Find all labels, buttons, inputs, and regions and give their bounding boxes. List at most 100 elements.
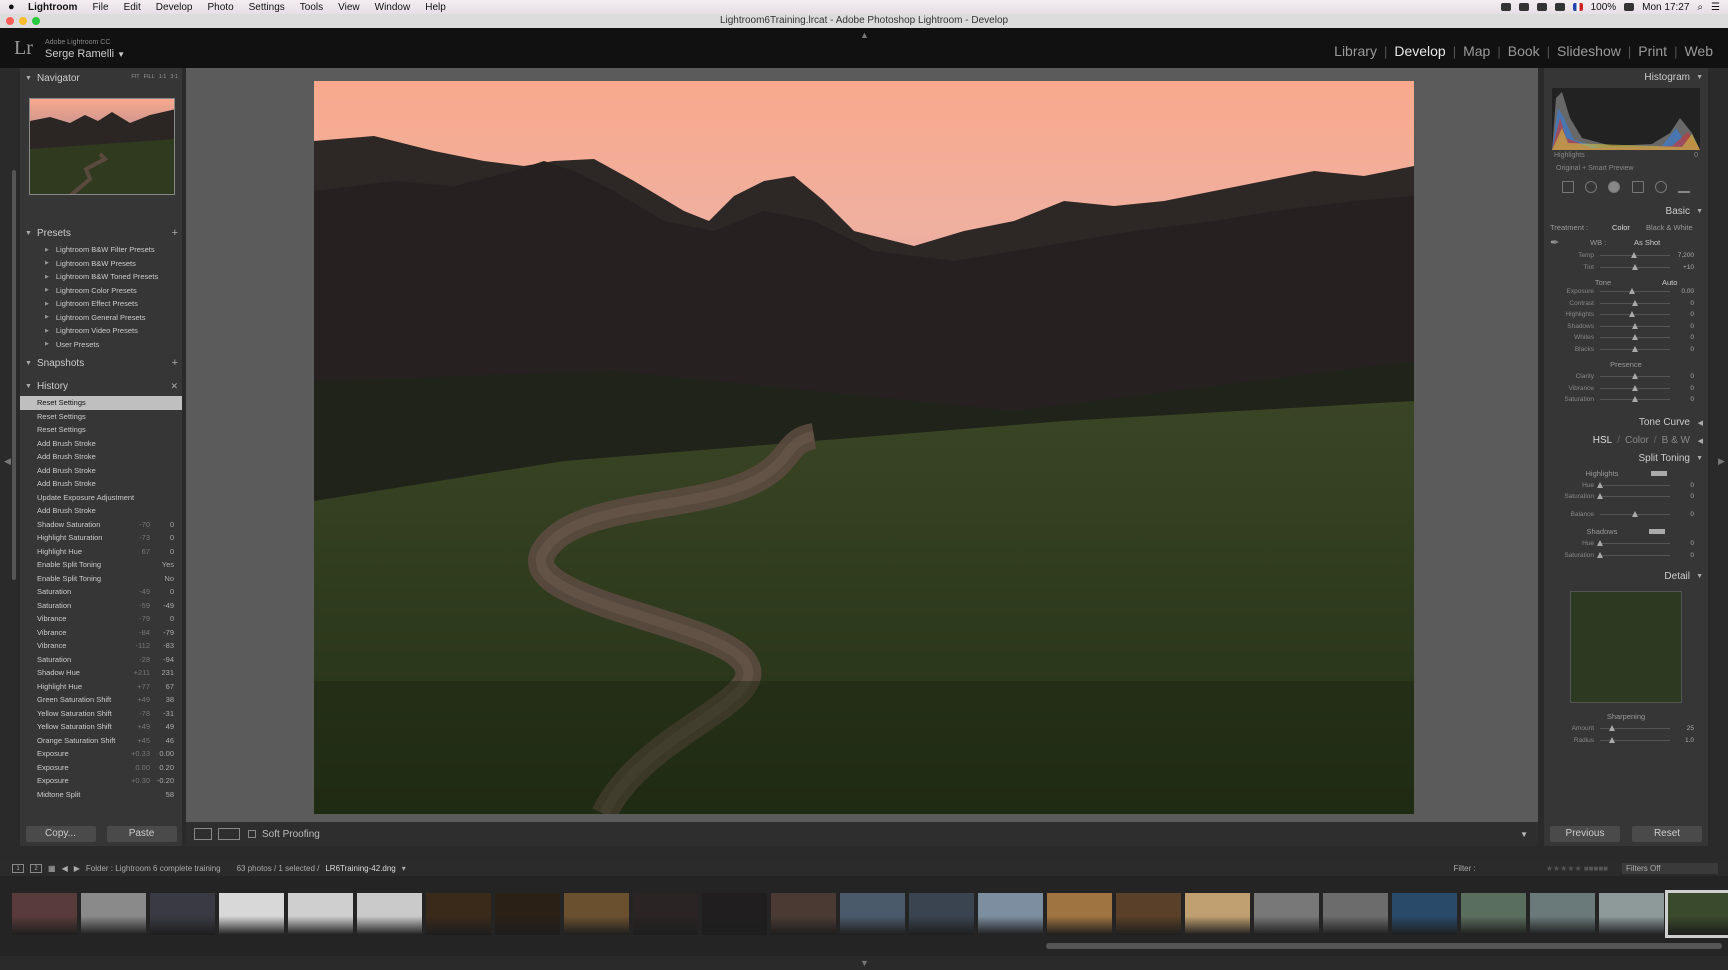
slider-track[interactable] bbox=[1600, 373, 1670, 380]
slider-row[interactable]: Hue 0 bbox=[1544, 480, 1708, 492]
filmstrip-thumbnail[interactable] bbox=[288, 893, 353, 935]
slider-value[interactable]: 0 bbox=[1690, 540, 1694, 547]
wb-select[interactable]: As Shot bbox=[1634, 238, 1660, 247]
preset-folder[interactable]: ▶ User Presets bbox=[20, 338, 182, 352]
split-toning-header[interactable]: Split Toning ▼ bbox=[1544, 450, 1708, 468]
module-slideshow[interactable]: Slideshow bbox=[1550, 43, 1628, 59]
slider-track[interactable] bbox=[1600, 322, 1670, 329]
menu-develop[interactable]: Develop bbox=[156, 2, 193, 13]
slider-value[interactable]: 0 bbox=[1690, 385, 1694, 392]
slider-knob[interactable] bbox=[1632, 373, 1638, 380]
filmstrip-thumbnail[interactable] bbox=[12, 893, 77, 935]
history-step[interactable]: Add Brush Stroke bbox=[20, 464, 182, 478]
filmstrip-thumbnail[interactable] bbox=[495, 893, 560, 935]
loupe-view-icon[interactable] bbox=[194, 828, 212, 840]
wifi-icon[interactable] bbox=[1554, 3, 1565, 11]
treatment-bw[interactable]: Black & White bbox=[1646, 223, 1693, 232]
slider-value[interactable]: 0 bbox=[1690, 493, 1694, 500]
slider-row[interactable]: Exposure 0.00 bbox=[1544, 286, 1708, 298]
slider-row[interactable]: Hue 0 bbox=[1544, 538, 1708, 550]
red-eye-icon[interactable] bbox=[1608, 181, 1621, 193]
slider-track[interactable] bbox=[1600, 725, 1670, 732]
presets-header[interactable]: ▼ Presets + bbox=[20, 223, 182, 243]
slider-knob[interactable] bbox=[1597, 493, 1603, 500]
slider-value[interactable]: 0 bbox=[1690, 511, 1694, 518]
slider-row[interactable]: Clarity 0 bbox=[1544, 371, 1708, 383]
slider-value[interactable]: +10 bbox=[1683, 264, 1694, 271]
menu-app[interactable]: Lightroom bbox=[28, 2, 77, 13]
history-step[interactable]: Shadow Saturation -70 0 bbox=[20, 518, 182, 532]
filmstrip-thumbnail[interactable] bbox=[1323, 893, 1388, 935]
filmstrip-thumbnail[interactable] bbox=[1599, 893, 1664, 935]
slider-track[interactable] bbox=[1600, 252, 1670, 259]
menu-settings[interactable]: Settings bbox=[249, 2, 285, 13]
filmstrip-thumbnail[interactable] bbox=[426, 893, 491, 935]
history-step[interactable]: Exposure 0.00 0.20 bbox=[20, 761, 182, 775]
slider-value[interactable]: 25 bbox=[1687, 725, 1694, 732]
copy-settings-button[interactable]: Copy... bbox=[25, 826, 96, 842]
forward-arrow-icon[interactable]: ▶ bbox=[74, 864, 80, 873]
apple-icon[interactable]: ● bbox=[8, 1, 18, 13]
clock[interactable]: Mon 17:27 bbox=[1642, 2, 1689, 13]
slider-value[interactable]: 0.00 bbox=[1681, 288, 1694, 295]
slider-row[interactable]: Amount 25 bbox=[1544, 723, 1708, 735]
menu-view[interactable]: View bbox=[338, 2, 360, 13]
slider-knob[interactable] bbox=[1608, 725, 1615, 732]
graduated-filter-icon[interactable] bbox=[1631, 181, 1644, 193]
slider-row[interactable]: Vibrance 0 bbox=[1544, 383, 1708, 395]
history-step[interactable]: Add Brush Stroke bbox=[20, 450, 182, 464]
zoom-fit[interactable]: FIT bbox=[131, 74, 139, 80]
slider-value[interactable]: 0 bbox=[1690, 323, 1694, 330]
spot-removal-icon[interactable] bbox=[1584, 181, 1597, 193]
filmstrip-thumbnail[interactable] bbox=[1530, 893, 1595, 935]
slider-knob[interactable] bbox=[1597, 481, 1603, 488]
filmstrip-thumbnail[interactable] bbox=[564, 893, 629, 935]
histogram-header[interactable]: Histogram ▼ bbox=[1544, 68, 1708, 86]
slider-knob[interactable] bbox=[1632, 322, 1638, 329]
slider-value[interactable]: 0 bbox=[1690, 346, 1694, 353]
bw-tab[interactable]: B & W bbox=[1662, 435, 1690, 446]
folder-source[interactable]: Folder : Lightroom 6 complete training bbox=[86, 864, 221, 873]
filmstrip-thumbnail[interactable] bbox=[1047, 893, 1112, 935]
crop-icon[interactable] bbox=[1561, 181, 1574, 193]
snapshots-header[interactable]: ▼ Snapshots + bbox=[20, 353, 182, 373]
history-step[interactable]: Green Saturation Shift +49 38 bbox=[20, 693, 182, 707]
filmstrip-thumbnail[interactable] bbox=[1116, 893, 1181, 935]
filmstrip-thumbnail[interactable] bbox=[909, 893, 974, 935]
rating-filter-stars[interactable]: ★★★★★ ■■■■■ bbox=[1546, 864, 1608, 873]
close-window-icon[interactable] bbox=[6, 17, 14, 25]
history-step[interactable]: Update Exposure Adjustment bbox=[20, 491, 182, 505]
slider-row[interactable]: Saturation 0 bbox=[1544, 491, 1708, 503]
slider-knob[interactable] bbox=[1630, 252, 1637, 259]
filmstrip-scrollbar[interactable] bbox=[1046, 943, 1722, 949]
filmstrip-thumbnail[interactable] bbox=[633, 893, 698, 935]
menu-help[interactable]: Help bbox=[425, 2, 446, 13]
menu-edit[interactable]: Edit bbox=[124, 2, 141, 13]
histogram-graph[interactable] bbox=[1552, 88, 1700, 150]
zoom-window-icon[interactable] bbox=[32, 17, 40, 25]
history-step[interactable]: Orange Saturation Shift +45 46 bbox=[20, 734, 182, 748]
history-step[interactable]: Saturation -59 -49 bbox=[20, 599, 182, 613]
history-step[interactable]: Vibrance -79 0 bbox=[20, 612, 182, 626]
slider-row[interactable]: Blacks 0 bbox=[1544, 344, 1708, 356]
tone-curve-header[interactable]: Tone Curve ◀ bbox=[1544, 414, 1708, 432]
history-step[interactable]: Vibrance -84 -79 bbox=[20, 626, 182, 640]
wb-eyedropper-icon[interactable]: ✒ bbox=[1550, 236, 1590, 249]
back-arrow-icon[interactable]: ◀ bbox=[62, 864, 68, 873]
slider-track[interactable] bbox=[1600, 384, 1670, 391]
left-panel-scrollbar[interactable] bbox=[12, 170, 16, 580]
module-web[interactable]: Web bbox=[1677, 43, 1720, 59]
secondary-window-icon[interactable]: 2 bbox=[30, 863, 42, 873]
preset-folder[interactable]: ▶ Lightroom Color Presets bbox=[20, 284, 182, 298]
filmstrip-thumbnail[interactable] bbox=[357, 893, 422, 935]
history-step[interactable]: Add Brush Stroke bbox=[20, 504, 182, 518]
dropbox-icon[interactable] bbox=[1518, 3, 1529, 11]
filmstrip-thumbnail[interactable] bbox=[840, 893, 905, 935]
history-step[interactable]: Saturation -28 -94 bbox=[20, 653, 182, 667]
preset-folder[interactable]: ▶ Lightroom General Presets bbox=[20, 311, 182, 325]
basic-header[interactable]: Basic ▼ bbox=[1544, 202, 1708, 220]
flag-icon[interactable] bbox=[1572, 3, 1583, 11]
slider-value[interactable]: 0 bbox=[1690, 482, 1694, 489]
slider-knob[interactable] bbox=[1632, 510, 1638, 517]
navigator-preview[interactable] bbox=[29, 98, 175, 195]
